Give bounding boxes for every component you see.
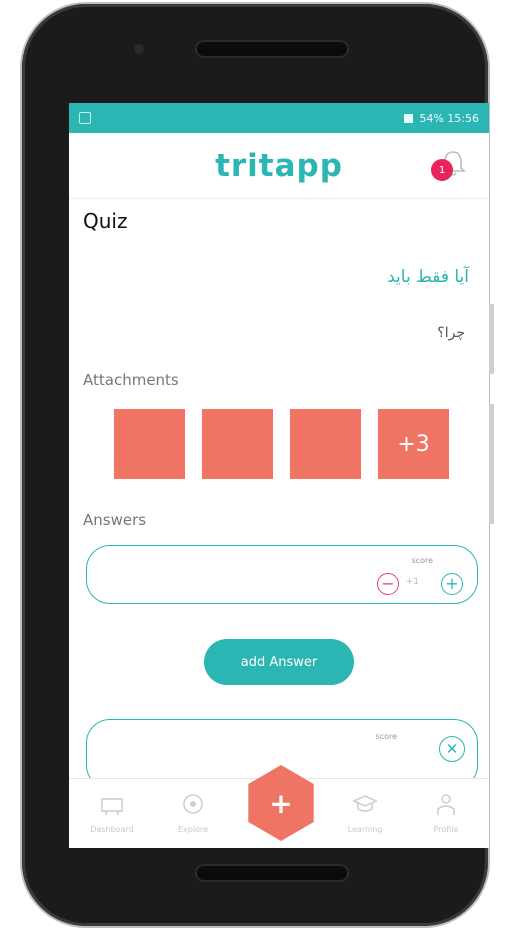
app-header: tritapp 1 [69, 133, 489, 199]
dashboard-icon [101, 798, 123, 815]
question-text: آیا فقط باید [387, 267, 469, 287]
answer-input-card[interactable]: score − +1 + [86, 545, 478, 604]
attachment-thumbnail[interactable] [290, 409, 361, 479]
bottom-speaker [197, 866, 347, 880]
nav-item-explore[interactable]: Explore [158, 791, 228, 834]
score-label: score [411, 556, 434, 565]
top-speaker [197, 42, 347, 56]
decrease-score-button[interactable]: − [377, 573, 399, 595]
nav-item-profile[interactable]: Profile [411, 791, 481, 834]
increase-score-button[interactable]: + [441, 573, 463, 595]
compass-icon [183, 794, 203, 814]
nav-item-dashboard[interactable]: Dashboard [77, 791, 147, 834]
gallery-icon [79, 112, 91, 124]
status-text: 54% 15:56 [419, 111, 479, 125]
attachment-thumbnail[interactable] [202, 409, 273, 479]
notifications-button[interactable]: 1 [431, 149, 467, 181]
attachments-more-button[interactable]: +3 [378, 409, 449, 479]
quiz-content: Quiz آیا فقط باید چرا؟ Attachments +3 An… [69, 209, 489, 789]
score-value: +1 [405, 577, 419, 587]
screen: 54% 15:56 tritapp 1 Quiz آیا فقط باید چر… [69, 103, 489, 848]
score-label: score [375, 732, 398, 741]
nav-item-learning[interactable]: Learning [330, 791, 400, 834]
status-bar: 54% 15:56 [69, 103, 489, 133]
graduation-cap-icon [352, 795, 378, 812]
question-subtext: چرا؟ [437, 325, 465, 341]
notification-icon [404, 113, 414, 123]
attachment-thumbnail[interactable] [114, 409, 185, 479]
front-camera [134, 44, 144, 54]
answers-label: Answers [83, 511, 147, 529]
attachments-list: +3 [114, 409, 475, 479]
attachments-label: Attachments [83, 371, 179, 389]
bottom-nav: Dashboard Explore + Learning Profile [69, 765, 489, 848]
notification-badge: 1 [431, 159, 453, 181]
page-title: Quiz [83, 209, 128, 233]
phone-frame: 54% 15:56 tritapp 1 Quiz آیا فقط باید چر… [22, 4, 494, 926]
user-icon [437, 794, 455, 815]
brand-logo: tritapp [215, 147, 343, 184]
add-answer-button[interactable]: add Answer [204, 639, 354, 685]
remove-answer-button[interactable]: ✕ [439, 736, 465, 762]
